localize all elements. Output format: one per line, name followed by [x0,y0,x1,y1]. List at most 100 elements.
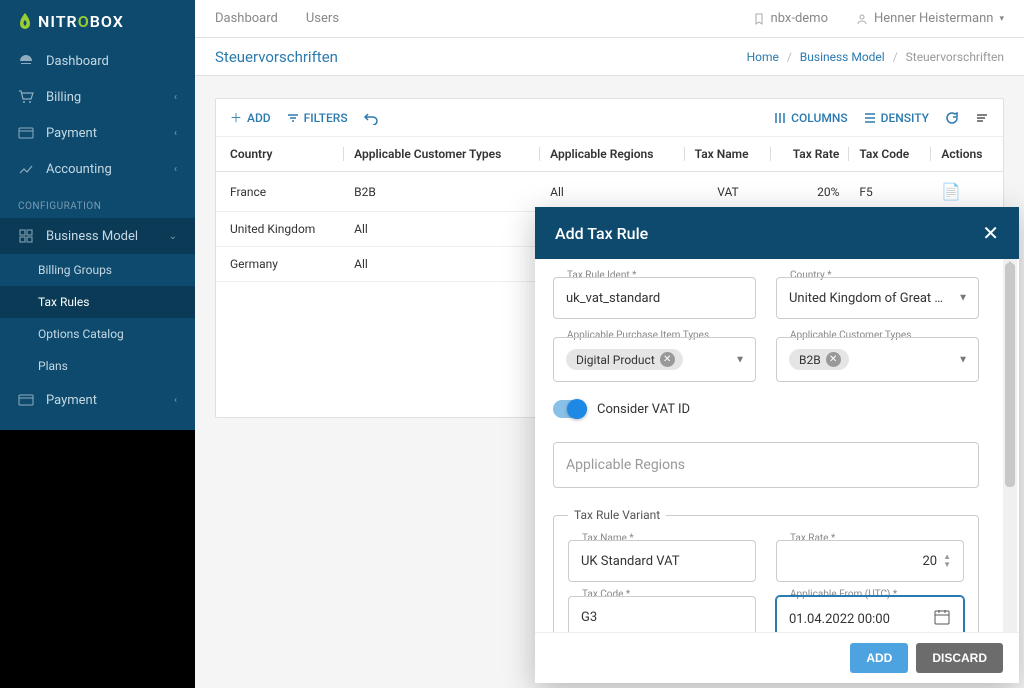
tenant-selector[interactable]: nbx-demo [753,11,828,26]
undo-icon [364,111,378,125]
th-name[interactable]: Tax Name [685,137,772,172]
table-row[interactable]: France B2B All VAT 20% F5 📄 [216,172,1003,212]
nav-payment[interactable]: Payment ‹ [0,115,195,151]
field-value: United Kingdom of Great … [789,291,943,306]
chevron-left-icon: ‹ [174,395,177,406]
columns-button[interactable]: COLUMNS [774,111,847,125]
th-regions[interactable]: Applicable Regions [540,137,685,172]
breadcrumb-current: Steuervorschriften [906,50,1004,64]
nav-billing[interactable]: Billing ‹ [0,79,195,115]
cell-country: France [216,172,344,212]
top-users[interactable]: Users [306,11,339,26]
chip-label: Digital Product [576,353,655,367]
more-button[interactable] [975,111,989,125]
filters-button[interactable]: FILTERS [287,111,348,125]
nav-payment-config[interactable]: Payment ‹ [0,382,195,418]
topbar: Dashboard Users nbx-demo Henner Heisterm… [195,0,1024,38]
nav-dashboard[interactable]: Dashboard [0,43,195,79]
applicable-from-field[interactable]: Applicable From (UTC) * 01.04.2022 00:00 [776,596,964,632]
nav-label: Business Model [46,229,138,244]
user-menu[interactable]: Henner Heistermann ▾ [856,11,1004,26]
grid-icon [18,228,34,244]
scrollbar-thumb[interactable] [1005,263,1015,487]
refresh-button[interactable] [945,111,959,125]
customer-types-field[interactable]: Applicable Customer Types B2B ✕ ▼ [776,337,979,382]
cell-regions: All [540,172,685,212]
th-country[interactable]: Country [216,137,344,172]
nav-options-catalog[interactable]: Options Catalog [0,318,195,350]
country-field[interactable]: Country * United Kingdom of Great … ▼ [776,277,979,319]
modal-header: Add Tax Rule ✕ [535,207,1019,259]
filter-icon [287,112,299,124]
th-types[interactable]: Applicable Customer Types [344,137,540,172]
nav-label: Billing [46,90,81,105]
add-button[interactable]: ＋ ADD [230,109,271,126]
field-value: 01.04.2022 00:00 [789,612,890,627]
cell-types: B2B [344,172,540,212]
chevron-left-icon: ‹ [174,128,177,139]
page-title: Steuervorschriften [215,48,338,66]
nav-label: Payment [46,126,97,141]
nav-plans[interactable]: Plans [0,350,195,382]
document-icon[interactable]: 📄 [941,182,961,201]
chip-b2b: B2B ✕ [789,349,849,370]
nav-tax-rules[interactable]: Tax Rules [0,286,195,318]
cell-code: F5 [849,172,931,212]
close-icon[interactable]: ✕ [982,223,999,243]
flame-icon [18,13,32,31]
consider-vat-toggle[interactable] [553,400,587,418]
tax-name-field[interactable]: Tax Name * UK Standard VAT [568,540,756,582]
purchase-types-field[interactable]: Applicable Purchase Item Types Digital P… [553,337,756,382]
scrollbar[interactable]: ▴ [1003,259,1017,632]
sidebar: NITROBOX Dashboard Billing ‹ Payment ‹ A… [0,0,195,430]
caret-down-icon: ▼ [735,354,745,365]
caret-down-icon: ▼ [958,354,968,365]
cell-actions: 📄 [931,172,1003,212]
cell-types: All [344,247,540,282]
breadcrumb-home[interactable]: Home [747,50,779,64]
modal-body: ▴ Tax Rule Ident * uk_vat_standard Count… [535,259,1019,632]
tax-rate-field[interactable]: Tax Rate * 20 ▲▼ [776,540,964,582]
cell-rate: 20% [771,172,849,212]
th-rate[interactable]: Tax Rate [771,137,849,172]
field-value: G3 [581,610,597,625]
nav-billing-groups[interactable]: Billing Groups [0,254,195,286]
modal-add-button[interactable]: ADD [850,643,908,673]
card-icon [18,125,34,141]
nav-section-config: CONFIGURATION [0,187,195,218]
chevron-down-icon: ⌄ [169,231,177,242]
chip-label: B2B [799,353,821,367]
density-label: DENSITY [881,111,929,125]
top-dashboard[interactable]: Dashboard [215,11,278,26]
number-spinner[interactable]: ▲▼ [943,553,951,569]
logo-text: NITROBOX [38,12,124,31]
caret-down-icon: ▼ [958,293,968,304]
tenant-name: nbx-demo [771,11,828,26]
logo: NITROBOX [0,0,195,43]
th-actions[interactable]: Actions [931,137,1003,172]
applicable-regions-field[interactable]: Applicable Regions [553,442,979,488]
modal-discard-button[interactable]: DISCARD [916,643,1003,673]
dashboard-icon [18,53,34,69]
calendar-icon[interactable] [933,608,951,630]
nav-business-model[interactable]: Business Model ⌄ [0,218,195,254]
breadcrumb-model[interactable]: Business Model [800,50,885,64]
page-header: Steuervorschriften Home / Business Model… [195,38,1024,76]
tax-rule-ident-field[interactable]: Tax Rule Ident * uk_vat_standard [553,277,756,319]
chip-digital-product: Digital Product ✕ [566,349,683,370]
th-code[interactable]: Tax Code [849,137,931,172]
field-value: 20 [922,554,937,569]
more-icon [975,111,989,125]
nav-label: Payment [46,393,97,408]
caret-down-icon: ▾ [999,14,1004,24]
chip-remove-icon[interactable]: ✕ [826,352,841,367]
nav-accounting[interactable]: Accounting ‹ [0,151,195,187]
variant-legend: Tax Rule Variant [568,508,666,522]
density-button[interactable]: DENSITY [864,111,929,125]
modal-title: Add Tax Rule [555,224,648,243]
chip-remove-icon[interactable]: ✕ [660,352,675,367]
reset-button[interactable] [364,111,378,125]
cell-country: Germany [216,247,344,282]
tax-code-field[interactable]: Tax Code * G3 [568,596,756,632]
user-icon [856,13,868,25]
